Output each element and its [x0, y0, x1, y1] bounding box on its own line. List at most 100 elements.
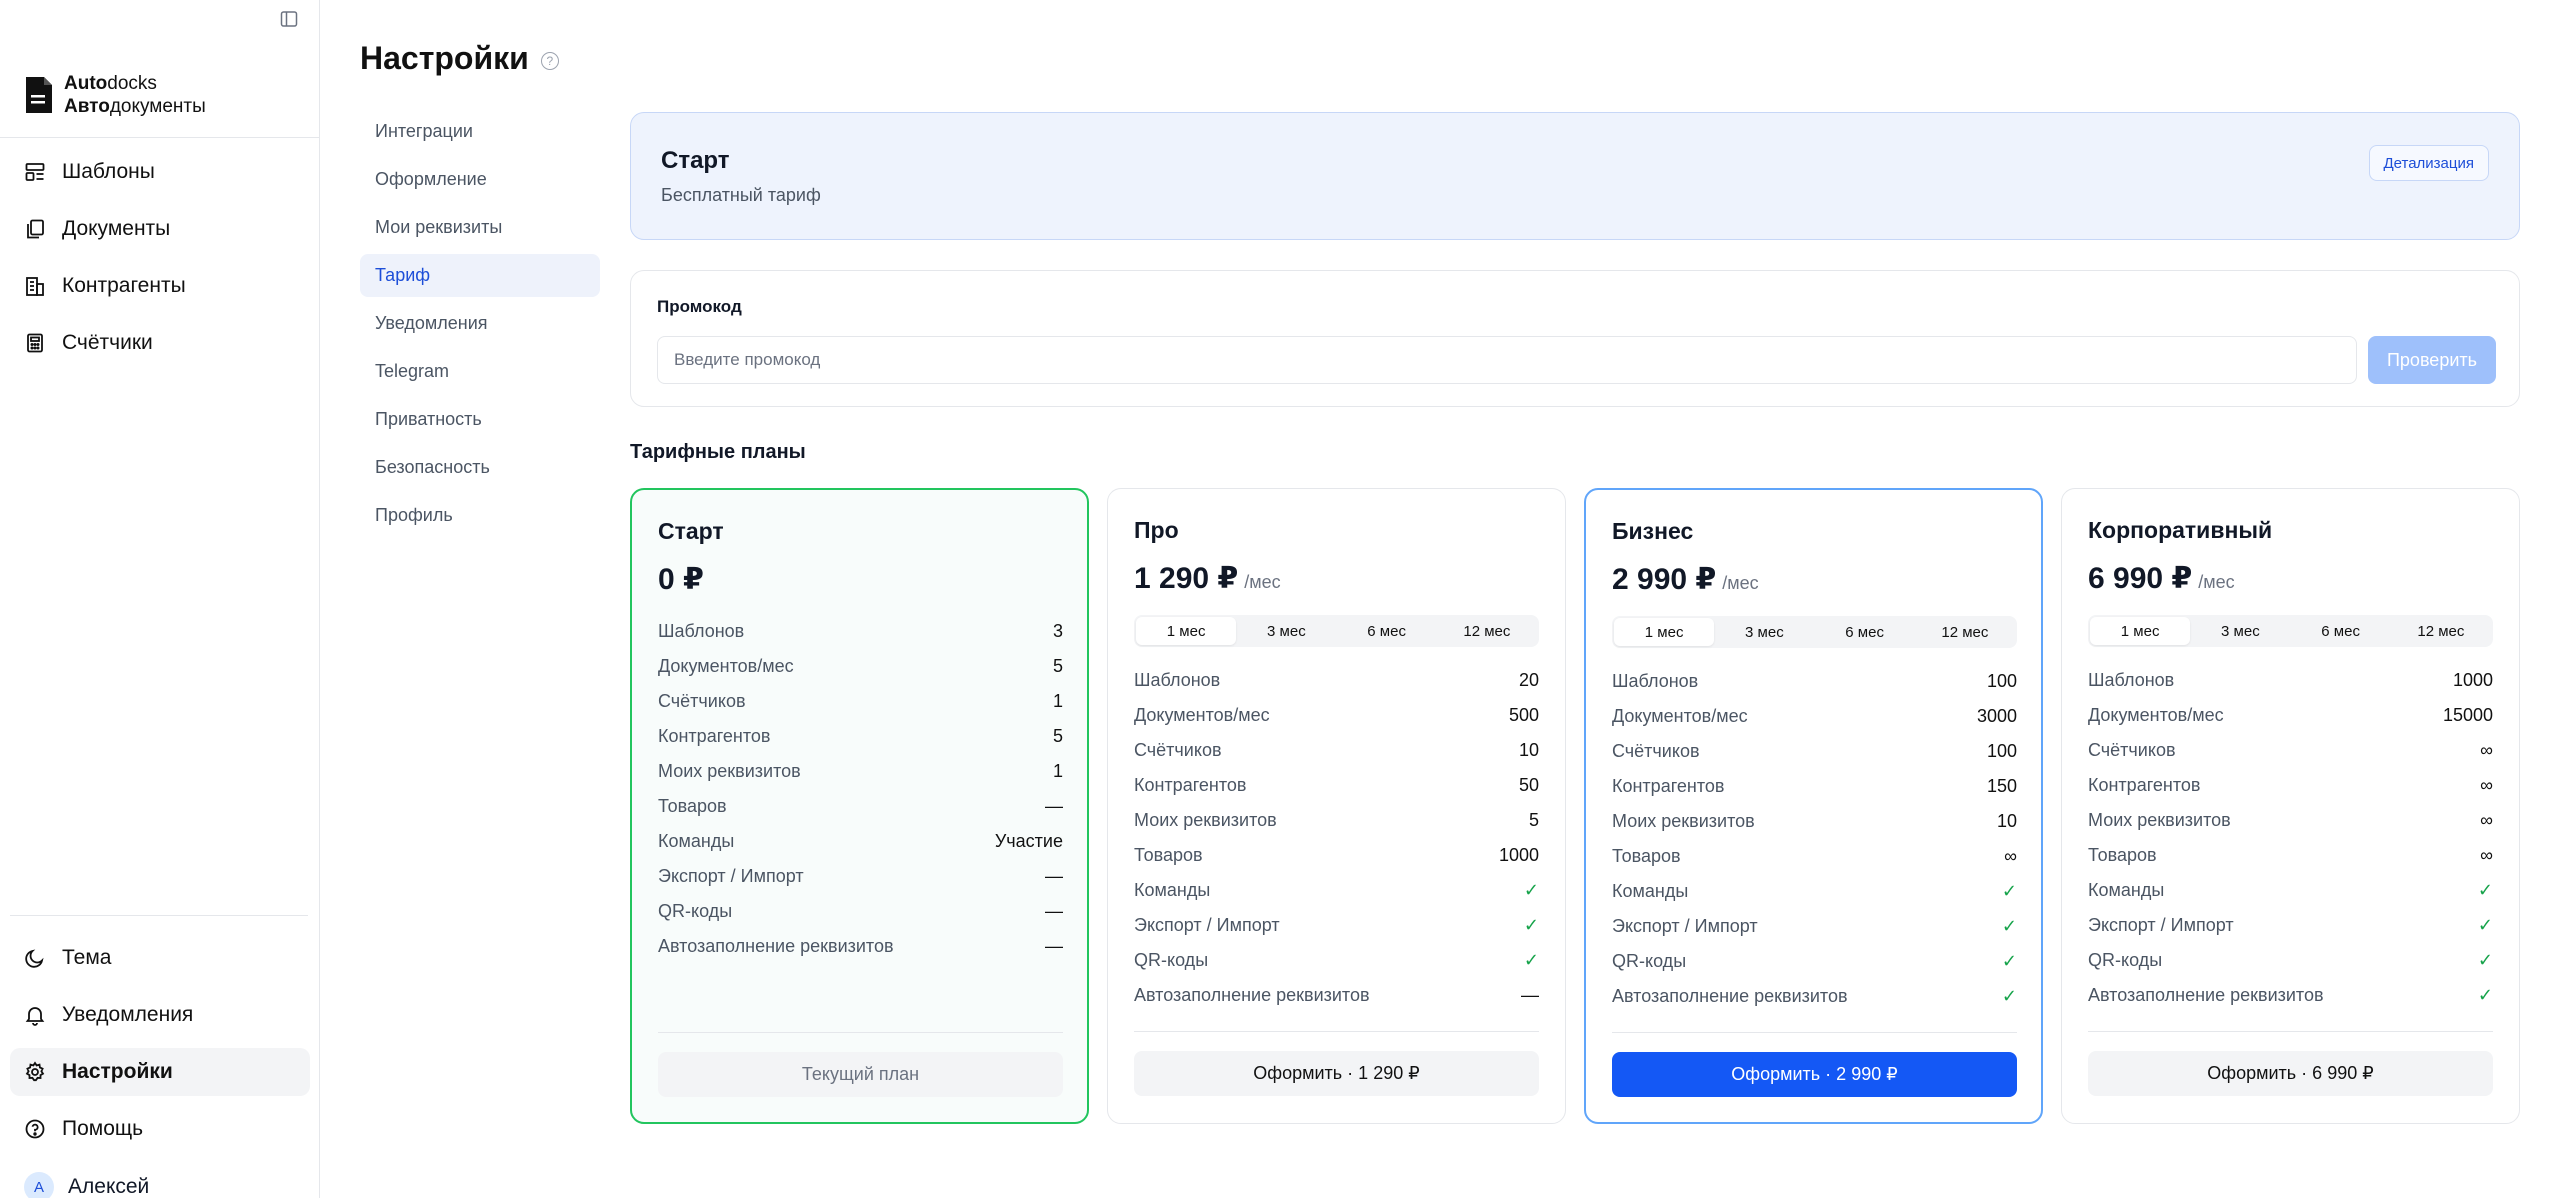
plan-card-pro: Про 1 290 ₽ /мес 1 мес 3 мес 6 мес 12 ме…: [1107, 488, 1566, 1124]
plan-name: Корпоративный: [2088, 517, 2273, 543]
subnav-item-notifications[interactable]: Уведомления: [360, 302, 600, 345]
sidebar-item-label: Настройки: [62, 1060, 173, 1083]
check-icon: ✓: [2001, 916, 2017, 936]
feature-label: Документов/мес: [1612, 706, 1748, 726]
promo-label: Промокод: [657, 297, 742, 316]
bottom-nav: Тема Уведомления Настройки Помощь: [10, 934, 310, 1162]
subnav-item-integrations[interactable]: Интеграции: [360, 110, 600, 153]
feature-label: Документов/мес: [1134, 705, 1270, 725]
subnav-item-tariff[interactable]: Тариф: [360, 254, 600, 297]
period-option[interactable]: 1 мес: [1136, 617, 1237, 645]
user-profile[interactable]: A Алексей: [24, 1172, 149, 1198]
promo-check-button[interactable]: Проверить: [2368, 336, 2496, 384]
feature-row: Автозаполнение реквизитов ✓: [2088, 978, 2493, 1013]
feature-row: Моих реквизитов ∞: [2088, 803, 2493, 838]
help-icon[interactable]: ?: [540, 51, 559, 70]
check-icon: ✓: [1523, 880, 1539, 900]
feature-label: Счётчиков: [1612, 741, 1700, 761]
subscribe-corporate-button[interactable]: Оформить · 6 990 ₽: [2088, 1051, 2493, 1096]
billing-period-selector: 1 мес 3 мес 6 мес 12 мес: [1134, 615, 1539, 647]
check-icon: ✓: [2001, 951, 2017, 971]
sidebar-item-label: Шаблоны: [62, 160, 155, 183]
sidebar-item-counters[interactable]: Счётчики: [10, 319, 310, 367]
feature-value: 5: [1052, 726, 1063, 746]
subnav-item-privacy[interactable]: Приватность: [360, 398, 600, 441]
feature-label: Товаров: [1612, 846, 1681, 866]
subnav-item-my-requisites[interactable]: Мои реквизиты: [360, 206, 600, 249]
bell-icon: [24, 1004, 46, 1026]
infinity-icon: ∞: [2480, 845, 2493, 865]
sidebar-item-label: Документы: [62, 217, 171, 240]
feature-label: QR-коды: [658, 901, 733, 921]
feature-label: Счётчиков: [2088, 740, 2176, 760]
price-unit: /мес: [2198, 572, 2235, 592]
subnav-item-telegram[interactable]: Telegram: [360, 350, 600, 393]
period-option[interactable]: 12 мес: [1437, 617, 1537, 645]
sidebar-item-theme[interactable]: Тема: [10, 934, 310, 982]
period-option[interactable]: 6 мес: [1337, 617, 1437, 645]
plan-name: Бизнес: [1612, 518, 1694, 544]
sidebar-item-counterparties[interactable]: Контрагенты: [10, 262, 310, 310]
feature-label: Автозаполнение реквизитов: [658, 936, 894, 956]
sidebar-toggle-icon[interactable]: [278, 8, 300, 30]
price-unit: /мес: [1244, 572, 1281, 592]
subscribe-business-button[interactable]: Оформить · 2 990 ₽: [1612, 1052, 2017, 1097]
details-button[interactable]: Детализация: [2368, 145, 2489, 181]
feature-value: 1000: [2452, 670, 2493, 690]
subnav-item-appearance[interactable]: Оформление: [360, 158, 600, 201]
sidebar-item-help[interactable]: Помощь: [10, 1105, 310, 1153]
feature-row: Товаров ∞: [1612, 839, 2017, 874]
period-option[interactable]: 12 мес: [2391, 617, 2491, 645]
subnav-item-profile[interactable]: Профиль: [360, 494, 600, 537]
feature-label: Экспорт / Импорт: [1134, 915, 1280, 935]
feature-value: 1000: [1498, 845, 1539, 865]
feature-row: Документов/мес 15000: [2088, 698, 2493, 733]
period-option[interactable]: 1 мес: [2090, 617, 2191, 645]
feature-value: —: [1045, 901, 1063, 921]
page-header: Настройки ?: [360, 40, 559, 77]
price-amount: 6 990 ₽: [2088, 562, 2193, 595]
period-option[interactable]: 1 мес: [1614, 618, 1715, 646]
feature-value: —: [1045, 796, 1063, 816]
current-plan-card: Старт Бесплатный тариф Детализация: [630, 112, 2520, 240]
feature-value: Участие: [994, 831, 1063, 851]
feature-value: 3: [1052, 621, 1063, 641]
period-option[interactable]: 6 мес: [2291, 617, 2391, 645]
current-plan-description: Бесплатный тариф: [661, 185, 821, 205]
plan-card-business: Бизнес 2 990 ₽ /мес 1 мес 3 мес 6 мес 12…: [1584, 488, 2043, 1124]
sidebar-item-label: Уведомления: [62, 1003, 194, 1026]
feature-row: Моих реквизитов 5: [1134, 803, 1539, 838]
feature-value: 150: [1986, 776, 2017, 796]
feature-value: —: [1045, 936, 1063, 956]
period-option[interactable]: 3 мес: [1236, 617, 1336, 645]
feature-value: 500: [1508, 705, 1539, 725]
feature-label: Контрагентов: [2088, 775, 2201, 795]
sidebar-item-notifications[interactable]: Уведомления: [10, 991, 310, 1039]
feature-value: —: [1521, 985, 1539, 1005]
period-option[interactable]: 6 мес: [1815, 618, 1915, 646]
feature-label: Моих реквизитов: [1134, 810, 1277, 830]
subnav-item-security[interactable]: Безопасность: [360, 446, 600, 489]
subscribe-pro-button[interactable]: Оформить · 1 290 ₽: [1134, 1051, 1539, 1096]
feature-list: Шаблонов 20 Документов/мес 500 Счётчиков 10…: [1134, 663, 1539, 1013]
period-option[interactable]: 3 мес: [2190, 617, 2290, 645]
settings-subnav: Интеграции Оформление Мои реквизиты Тари…: [360, 110, 600, 542]
promo-input[interactable]: [657, 336, 2357, 384]
feature-label: Автозаполнение реквизитов: [1134, 985, 1370, 1005]
period-option[interactable]: 12 мес: [1915, 618, 2015, 646]
check-icon: ✓: [2477, 880, 2493, 900]
period-option[interactable]: 3 мес: [1714, 618, 1814, 646]
app-logo[interactable]: Autodocks Автодокументы: [24, 72, 206, 118]
check-icon: ✓: [2477, 985, 2493, 1005]
plan-price: 1 290 ₽ /мес: [1134, 561, 1281, 596]
divider: [10, 915, 308, 916]
sidebar-item-templates[interactable]: Шаблоны: [10, 148, 310, 196]
sidebar-item-documents[interactable]: Документы: [10, 205, 310, 253]
feature-row: Счётчиков 10: [1134, 733, 1539, 768]
sidebar-item-settings[interactable]: Настройки: [10, 1048, 310, 1096]
feature-label: Шаблонов: [1134, 670, 1221, 690]
gear-icon: [24, 1061, 46, 1083]
moon-icon: [24, 947, 46, 969]
check-icon: ✓: [1523, 950, 1539, 970]
feature-row: Команды Участие: [658, 824, 1063, 859]
